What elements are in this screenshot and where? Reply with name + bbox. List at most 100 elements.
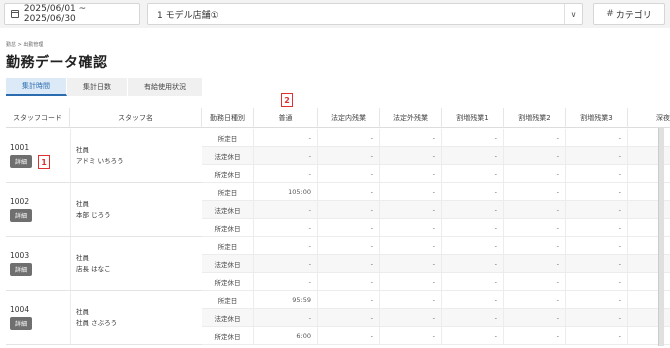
staff-code: 1003 <box>10 251 30 260</box>
page-title: 勤務データ確認 <box>6 55 108 71</box>
hours-cell: - <box>442 201 504 219</box>
hours-cell: - <box>318 219 380 237</box>
category-button[interactable]: # カテゴリ <box>593 3 665 25</box>
hours-cell: - <box>380 219 442 237</box>
column-header-premium-overtime-3: 割増残業3 <box>566 108 628 128</box>
store-select[interactable]: 1 モデル店舗① ∨ <box>147 3 583 25</box>
hours-cell: - <box>254 147 318 165</box>
tab-bar: 集計時間 集計日数 有給使用状況 <box>6 78 203 96</box>
staff-role: 社員 <box>76 146 89 154</box>
table-row: 所定日 - - - - - - <box>202 237 670 255</box>
detail-button[interactable]: 詳細 <box>10 317 32 330</box>
employee-block: 1002 詳細 社員本部 じろう <box>6 183 202 237</box>
hours-cell: - <box>442 255 504 273</box>
hours-cell: - <box>254 165 318 183</box>
column-divider <box>70 291 71 344</box>
hours-cell: - <box>442 165 504 183</box>
hours-cell: - <box>566 237 628 255</box>
staff-code: 1001 <box>10 143 30 152</box>
hours-cell: - <box>504 237 566 255</box>
staff-name: 本部 じろう <box>76 211 111 219</box>
hours-cell: - <box>380 183 442 201</box>
store-select-value: 1 モデル店舗① <box>157 10 219 21</box>
table-row: 所定休日 - - - - - - <box>202 273 670 291</box>
work-day-type-cell: 所定日 <box>202 183 254 201</box>
staff-name-block: 社員アドミ いちろう <box>76 145 124 167</box>
hours-cell: - <box>504 219 566 237</box>
calendar-icon <box>11 10 19 18</box>
category-button-label: カテゴリ <box>615 10 652 21</box>
work-day-type-cell: 所定休日 <box>202 165 254 183</box>
hours-cell: - <box>318 183 380 201</box>
hours-cell: - <box>442 129 504 147</box>
work-day-type-cell: 法定休日 <box>202 147 254 165</box>
hours-cell: - <box>442 237 504 255</box>
hours-cell: - <box>254 273 318 291</box>
hours-cell: - <box>254 255 318 273</box>
vertical-scrollbar[interactable] <box>658 128 664 346</box>
staff-name: 社員 さぶろう <box>76 319 118 327</box>
hours-cell: 95:59 <box>254 291 318 309</box>
table-row: 法定休日 - - - - - - <box>202 309 670 327</box>
hours-cell: - <box>504 327 566 345</box>
hours-cell: - <box>380 309 442 327</box>
work-day-type-cell: 法定休日 <box>202 201 254 219</box>
tab-paid-leave[interactable]: 有給使用状況 <box>128 78 203 96</box>
hours-cell: - <box>380 255 442 273</box>
employee-block: 1003 詳細 社員店長 はなこ <box>6 237 202 291</box>
column-divider <box>70 129 71 182</box>
detail-button[interactable]: 詳細 <box>10 155 32 168</box>
hours-cell: - <box>380 165 442 183</box>
chevron-down-icon[interactable]: ∨ <box>564 4 582 24</box>
hours-cell: - <box>380 327 442 345</box>
hours-cell: - <box>254 201 318 219</box>
hours-cell: - <box>504 147 566 165</box>
staff-role: 社員 <box>76 254 89 262</box>
hours-cell: - <box>318 291 380 309</box>
column-header-legal-overtime: 法定内残業 <box>318 108 380 128</box>
staff-name: アドミ いちろう <box>76 157 124 165</box>
hours-cell: - <box>318 147 380 165</box>
hours-cell: - <box>254 219 318 237</box>
hours-cell: - <box>380 291 442 309</box>
hours-cell: - <box>504 129 566 147</box>
tab-total-days[interactable]: 集計日数 <box>67 78 128 96</box>
staff-name: 店長 はなこ <box>76 265 111 273</box>
hours-cell: - <box>566 129 628 147</box>
date-range-value: 2025/06/01 ~ 2025/06/30 <box>23 4 87 24</box>
staff-name-block: 社員 本部 じろう <box>76 199 111 221</box>
work-day-type-cell: 所定休日 <box>202 219 254 237</box>
hours-cell: - <box>442 309 504 327</box>
hours-cell: 6:00 <box>254 327 318 345</box>
detail-button[interactable]: 詳細 <box>10 209 32 222</box>
detail-button[interactable]: 詳細 <box>10 263 32 276</box>
employee-block: 1004 詳細 社員 社員 さぶろう <box>6 291 202 345</box>
column-header-regular: 普通 <box>254 108 318 128</box>
employee-block: 1001 詳細 社員アドミ いちろう <box>6 129 202 183</box>
table-row: 所定日 - - - - - - <box>202 129 670 147</box>
annotation-marker-2: 2 <box>281 93 293 107</box>
hours-cell: - <box>504 291 566 309</box>
hash-icon: # <box>606 9 614 19</box>
date-range-picker[interactable]: 2025/06/01 ~ 2025/06/30 <box>4 3 140 25</box>
staff-name-block: 社員 社員 さぶろう <box>76 307 117 329</box>
hours-cell: - <box>318 237 380 255</box>
tab-total-hours[interactable]: 集計時間 <box>6 78 67 96</box>
hours-cell: - <box>318 309 380 327</box>
hours-cell: - <box>566 273 628 291</box>
staff-role: 社員 <box>76 308 89 316</box>
work-day-type-cell: 法定休日 <box>202 309 254 327</box>
staff-role: 社員 <box>76 200 89 208</box>
hours-cell: - <box>380 129 442 147</box>
hours-cell: - <box>318 255 380 273</box>
hours-cell: - <box>442 291 504 309</box>
staff-code: 1002 <box>10 197 30 206</box>
hours-cell: - <box>566 255 628 273</box>
hours-cell: - <box>380 237 442 255</box>
work-day-type-cell: 所定日 <box>202 291 254 309</box>
table-row: 所定日 95:59- - - - - <box>202 291 670 309</box>
table-row: 所定休日 - - - - - - <box>202 165 670 183</box>
hours-cell: - <box>380 147 442 165</box>
hours-cell: - <box>566 165 628 183</box>
column-divider <box>70 183 71 236</box>
